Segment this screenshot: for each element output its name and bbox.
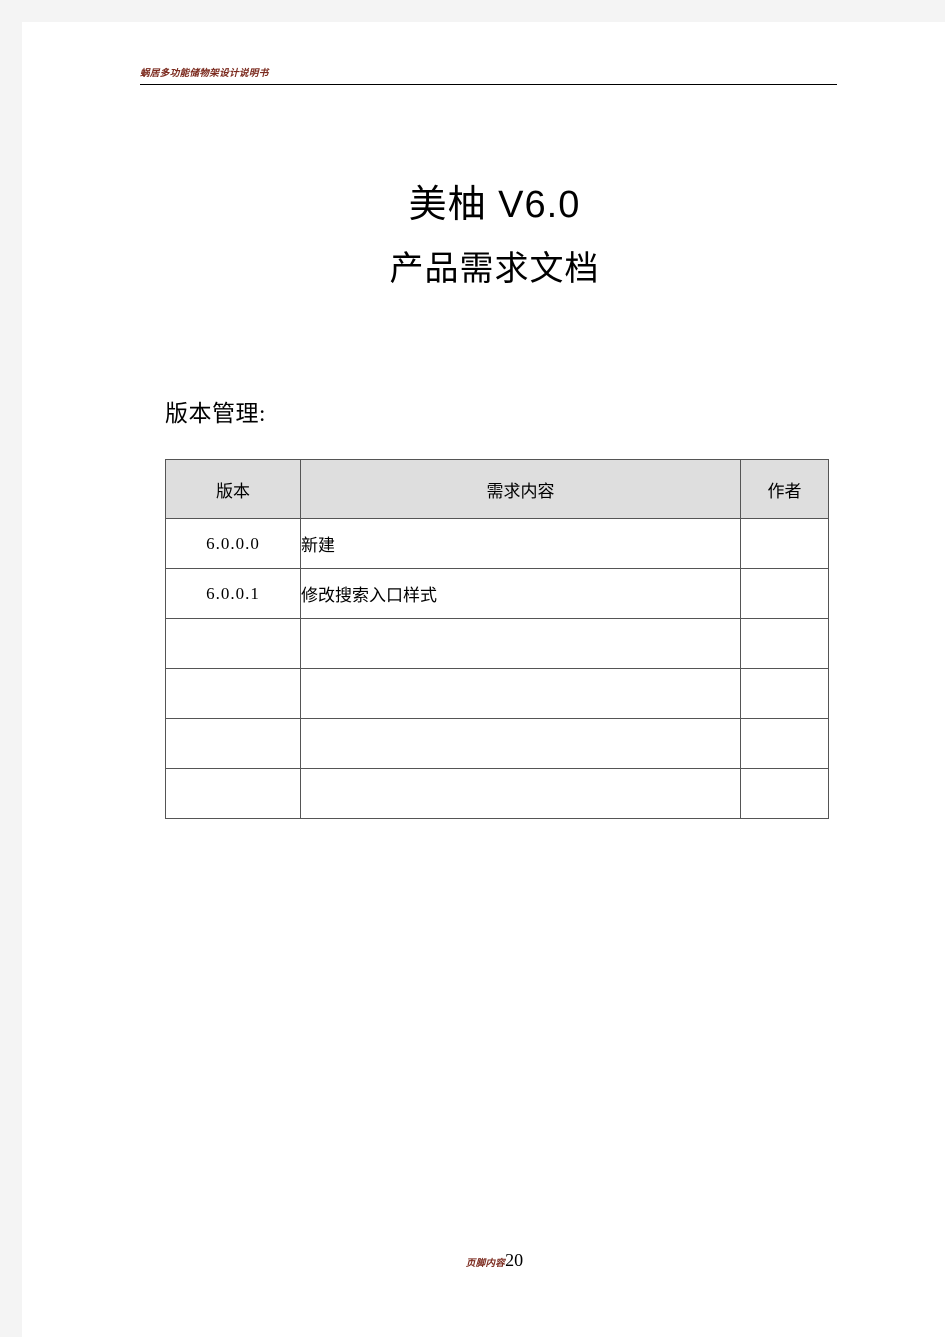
document-running-header: 蜗居多功能储物架设计说明书 [140,68,840,85]
table-row: 6.0.0.0 新建 [165,518,829,569]
cell-content [300,718,741,769]
cell-author [740,618,829,669]
cell-author [740,518,829,569]
cell-content [300,618,741,669]
cell-version [165,768,301,819]
cell-version [165,718,301,769]
document-footer: 页脚内容20 [44,1250,945,1271]
cell-author [740,718,829,769]
document-title-primary: 美柚 V6.0 [408,184,581,226]
footer-label: 页脚内容 [465,1259,506,1269]
cell-content [300,668,741,719]
document-page: 蜗居多功能储物架设计说明书 美柚 V6.0 产品需求文档 版本管理: 版本 需求… [22,22,945,1337]
table-row [165,768,829,819]
column-header-content: 需求内容 [300,459,741,519]
document-title-block: 美柚 V6.0 产品需求文档 [44,172,945,300]
cell-author [740,668,829,719]
cell-author [740,768,829,819]
cell-version: 6.0.0.1 [165,568,301,619]
table-row: 6.0.0.1 修改搜索入口样式 [165,568,829,619]
cell-content: 新建 [300,518,741,569]
table-row [165,618,829,669]
cell-version [165,618,301,669]
cell-version [165,668,301,719]
version-history-table: 版本 需求内容 作者 6.0.0.0 新建 6.0.0.1 修改搜索入口样式 [165,459,829,819]
header-divider-rule [140,84,837,85]
table-header-row: 版本 需求内容 作者 [165,459,829,519]
footer-page-number: 20 [505,1250,524,1270]
cell-version: 6.0.0.0 [165,518,301,569]
cell-content [300,768,741,819]
running-header-text: 蜗居多功能储物架设计说明书 [140,69,269,79]
document-title-secondary: 产品需求文档 [389,250,600,288]
cell-author [740,568,829,619]
column-header-version: 版本 [165,459,301,519]
table-row [165,718,829,769]
section-heading-version-management: 版本管理: [165,401,266,426]
table-row [165,668,829,719]
column-header-author: 作者 [740,459,829,519]
cell-content: 修改搜索入口样式 [300,568,741,619]
version-table-container: 版本 需求内容 作者 6.0.0.0 新建 6.0.0.1 修改搜索入口样式 [165,459,829,819]
